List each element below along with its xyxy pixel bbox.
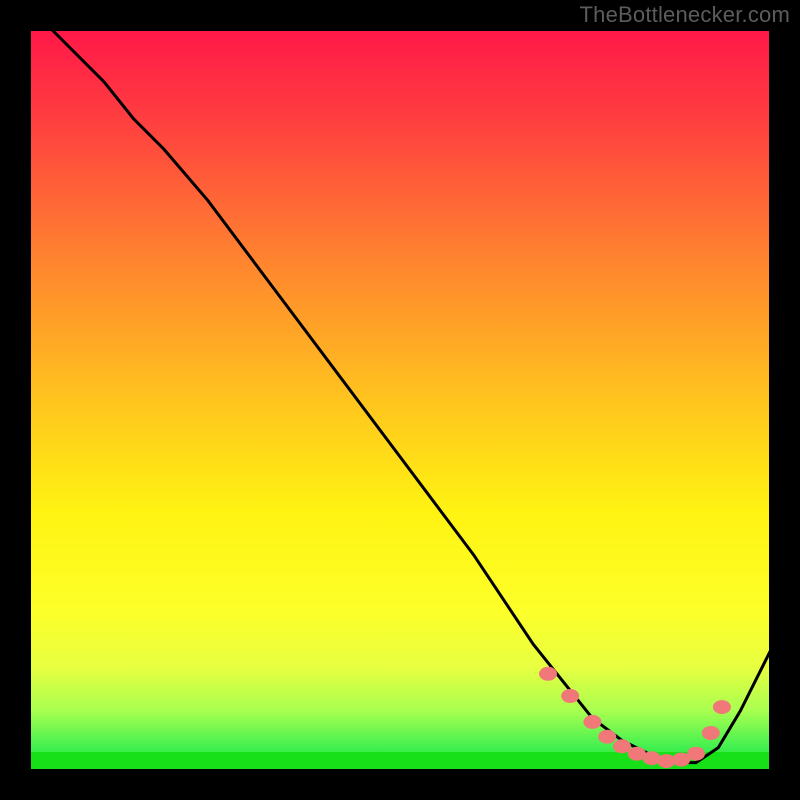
highlight-dot bbox=[702, 726, 720, 740]
highlight-dot bbox=[583, 715, 601, 729]
highlight-dot bbox=[613, 739, 631, 753]
highlight-dot bbox=[687, 747, 705, 761]
watermark-text: TheBottleneсker.com bbox=[580, 2, 790, 28]
highlight-dot bbox=[598, 730, 616, 744]
plot-background bbox=[30, 30, 770, 770]
highlight-dot bbox=[713, 700, 731, 714]
highlight-dot bbox=[561, 689, 579, 703]
highlight-dot bbox=[539, 667, 557, 681]
bottleneck-chart bbox=[0, 0, 800, 800]
chart-frame: TheBottleneсker.com bbox=[0, 0, 800, 800]
